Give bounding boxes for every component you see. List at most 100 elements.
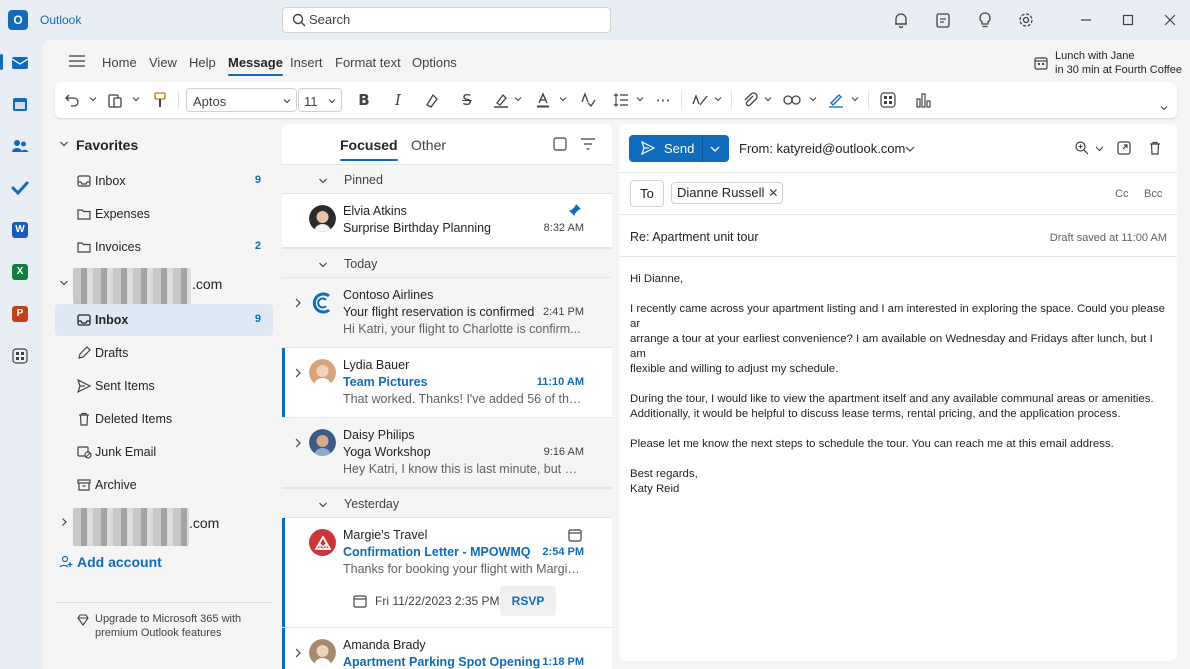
font-color-icon[interactable]: [534, 91, 552, 109]
tab-format-text[interactable]: Format text: [335, 55, 401, 70]
minimize-icon[interactable]: [1077, 11, 1095, 29]
insights-chart-icon[interactable]: [914, 91, 932, 109]
remove-recipient-icon[interactable]: ✕: [768, 183, 778, 203]
close-icon[interactable]: [1161, 11, 1179, 29]
chevron-right-icon[interactable]: [294, 298, 302, 308]
clipboard-icon[interactable]: [934, 11, 952, 29]
apps-grid-icon[interactable]: [8, 344, 32, 368]
rsvp-button[interactable]: RSVP: [500, 586, 556, 616]
chevron-down-icon[interactable]: [559, 95, 567, 103]
todo-app-icon[interactable]: [8, 176, 32, 200]
list-item[interactable]: Elvia Atkins Surprise Birthday Planning …: [282, 194, 612, 248]
lightbulb-icon[interactable]: [976, 11, 994, 29]
favorite-inbox[interactable]: Inbox 9: [55, 165, 273, 197]
folder-deleted-items[interactable]: Deleted Items: [55, 403, 273, 435]
chevron-down-icon[interactable]: [514, 95, 522, 103]
chevron-right-icon[interactable]: [294, 368, 302, 378]
clear-format-icon[interactable]: [423, 91, 441, 109]
chevron-down-icon[interactable]: [710, 145, 720, 153]
favorite-invoices[interactable]: Invoices 2: [55, 231, 273, 263]
people-app-icon[interactable]: [8, 134, 32, 158]
message-body-editor[interactable]: Hi Dianne, I recently came across your a…: [630, 272, 1170, 512]
section-yesterday[interactable]: Yesterday: [282, 488, 612, 518]
chevron-down-icon[interactable]: [59, 278, 69, 288]
chevron-down-icon[interactable]: [89, 95, 97, 103]
chevron-down-icon[interactable]: [59, 139, 69, 149]
paragraph-spacing-icon[interactable]: [612, 91, 630, 109]
to-button[interactable]: To: [630, 180, 664, 207]
chevron-right-icon[interactable]: [294, 438, 302, 448]
zoom-icon[interactable]: [1074, 140, 1090, 156]
italic-icon[interactable]: I: [389, 91, 407, 109]
folder-junk-email[interactable]: Junk Email: [55, 436, 273, 468]
list-item[interactable]: Daisy Philips Yoga Workshop 9:16 AM Hey …: [282, 418, 612, 488]
editor-icon[interactable]: [691, 91, 709, 109]
powerpoint-app-icon[interactable]: P: [8, 302, 32, 326]
font-name-select[interactable]: Aptos: [186, 88, 297, 112]
pop-out-icon[interactable]: [1116, 140, 1132, 156]
font-size-select[interactable]: 11: [298, 88, 342, 112]
folder-sent-items[interactable]: Sent Items: [55, 370, 273, 402]
favorite-expenses[interactable]: Expenses: [55, 198, 273, 230]
signature-icon[interactable]: [827, 91, 845, 109]
bcc-button[interactable]: Bcc: [1144, 188, 1162, 200]
tab-home[interactable]: Home: [102, 55, 137, 70]
chevron-right-icon[interactable]: [59, 517, 69, 527]
upgrade-promo[interactable]: Upgrade to Microsoft 365 with premium Ou…: [95, 612, 265, 640]
favorites-header[interactable]: Favorites: [76, 137, 138, 153]
recipient-chip[interactable]: Dianne Russell ✕: [671, 182, 784, 204]
pin-icon[interactable]: [568, 203, 582, 217]
list-item[interactable]: Amanda Brady Apartment Parking Spot Open…: [282, 628, 612, 669]
link-icon[interactable]: [783, 91, 801, 109]
word-app-icon[interactable]: W: [8, 218, 32, 242]
paste-icon[interactable]: [106, 91, 124, 109]
calendar-app-icon[interactable]: [8, 92, 32, 116]
folder-drafts[interactable]: Drafts: [55, 337, 273, 369]
bell-icon[interactable]: [892, 11, 910, 29]
chevron-down-icon[interactable]: [809, 95, 817, 103]
chevron-right-icon[interactable]: [294, 648, 302, 658]
chevron-down-icon[interactable]: [636, 95, 644, 103]
excel-app-icon[interactable]: X: [8, 260, 32, 284]
section-today[interactable]: Today: [282, 248, 612, 278]
tab-view[interactable]: View: [149, 55, 177, 70]
tab-focused[interactable]: Focused: [340, 137, 398, 161]
subject-field[interactable]: Re: Apartment unit tour: [630, 230, 759, 244]
maximize-icon[interactable]: [1119, 11, 1137, 29]
mail-app-icon[interactable]: [0, 50, 32, 74]
search-box[interactable]: [282, 7, 611, 33]
send-button[interactable]: Send: [629, 135, 729, 162]
chevron-down-icon[interactable]: [764, 95, 772, 103]
section-pinned[interactable]: Pinned: [282, 164, 612, 194]
tab-insert[interactable]: Insert: [290, 55, 323, 70]
list-item[interactable]: Margie's Travel Confirmation Letter - MP…: [282, 518, 612, 628]
filter-icon[interactable]: [580, 137, 596, 151]
chevron-down-icon[interactable]: [714, 95, 722, 103]
format-painter-icon[interactable]: [151, 91, 169, 109]
attach-icon[interactable]: [741, 91, 759, 109]
cc-button[interactable]: Cc: [1115, 188, 1128, 200]
hamburger-menu-icon[interactable]: [69, 55, 85, 67]
highlight-icon[interactable]: [492, 91, 510, 109]
from-account[interactable]: From: katyreid@outlook.com: [739, 141, 905, 156]
add-account-link[interactable]: Add account: [59, 554, 162, 570]
expand-ribbon-chevron-icon[interactable]: [1160, 104, 1168, 112]
more-options-icon[interactable]: ⋯: [654, 91, 672, 109]
bold-icon[interactable]: B: [355, 91, 373, 109]
gear-icon[interactable]: [1017, 11, 1035, 29]
select-icon[interactable]: [552, 136, 568, 152]
search-input[interactable]: [309, 12, 599, 27]
tab-message[interactable]: Message: [228, 55, 283, 76]
tab-help[interactable]: Help: [189, 55, 216, 70]
chevron-down-icon[interactable]: [132, 95, 140, 103]
strikethrough-icon[interactable]: S: [458, 91, 476, 109]
calendar-reminder[interactable]: Lunch with Jane in 30 min at Fourth Coff…: [1034, 49, 1184, 79]
chevron-down-icon[interactable]: [905, 145, 915, 153]
tab-other[interactable]: Other: [411, 137, 446, 153]
folder-archive[interactable]: Archive: [55, 469, 273, 501]
list-item[interactable]: Lydia Bauer Team Pictures 11:10 AM That …: [282, 348, 612, 418]
tab-options[interactable]: Options: [412, 55, 457, 70]
spelling-icon[interactable]: [579, 91, 597, 109]
chevron-down-icon[interactable]: [851, 95, 859, 103]
chevron-down-icon[interactable]: [1095, 145, 1104, 153]
